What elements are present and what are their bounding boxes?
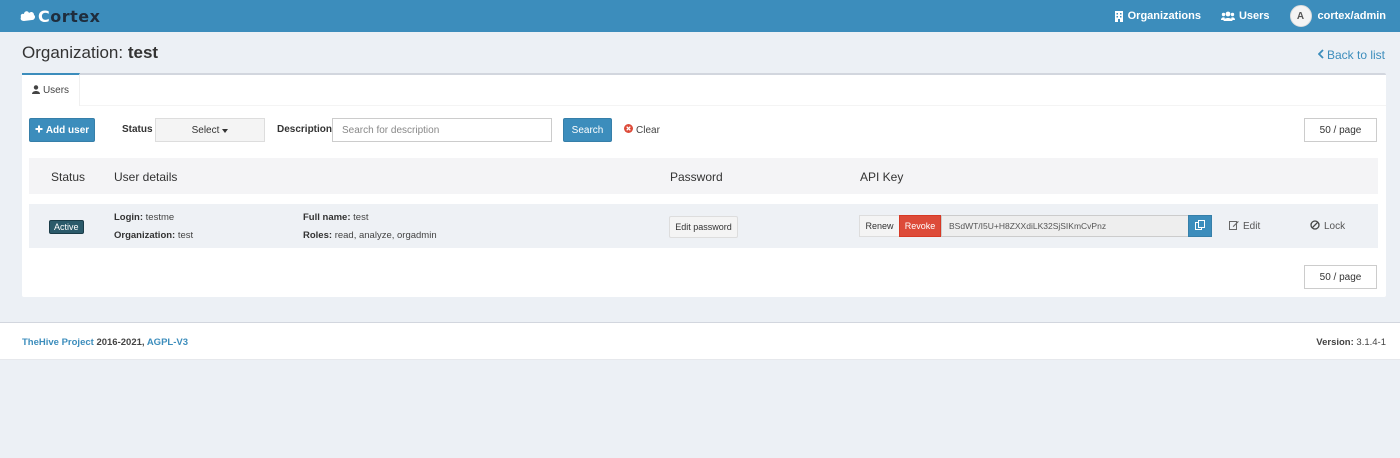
column-header-password: Password <box>670 170 723 184</box>
page-title: Organization: test <box>22 43 159 62</box>
edit-user-button[interactable]: Edit <box>1229 220 1260 233</box>
brain-icon <box>20 10 36 22</box>
top-navbar: Cortex Organizations Users A cortex/admi… <box>0 0 1400 32</box>
copy-key-button[interactable] <box>1188 215 1212 237</box>
thehive-project-link[interactable]: TheHive Project <box>22 337 94 348</box>
clear-label: Clear <box>636 124 660 136</box>
users-icon <box>1220 11 1235 21</box>
user-icon <box>31 84 40 97</box>
avatar: A <box>1289 5 1312 27</box>
column-header-status: Status <box>51 170 86 184</box>
clear-button[interactable]: Clear <box>624 124 660 136</box>
building-icon <box>1114 10 1124 22</box>
add-user-label: Add user <box>45 124 90 136</box>
footer-years: 2016-2021, <box>93 337 147 348</box>
login-field: Login: testme <box>114 212 175 223</box>
revoke-key-button[interactable]: Revoke <box>899 215 941 237</box>
edit-icon <box>1229 220 1239 233</box>
current-user-label: cortex/admin <box>1317 10 1386 22</box>
nav-users-label: Users <box>1238 10 1270 22</box>
copy-icon <box>1195 219 1205 233</box>
description-filter-label: Description <box>277 124 333 135</box>
page-size-select-top[interactable]: 50 / page <box>1304 118 1377 142</box>
status-filter-label: Status <box>122 124 153 135</box>
caret-down-icon <box>222 125 229 136</box>
search-button[interactable]: Search <box>563 118 612 142</box>
user-menu[interactable]: A cortex/admin <box>1280 0 1400 32</box>
roles-field: Roles: read, analyze, orgadmin <box>303 230 437 241</box>
brand-name: Cortex <box>38 6 101 26</box>
tab-users[interactable]: Users <box>22 73 80 106</box>
column-header-api-key: API Key <box>860 170 904 184</box>
times-circle-icon <box>624 124 633 136</box>
renew-key-button[interactable]: Renew <box>859 215 900 237</box>
full-name-field: Full name: test <box>303 212 369 223</box>
plus-icon <box>35 125 43 136</box>
footer-copyright: TheHive Project 2016-2021, AGPL-V3 <box>22 337 188 348</box>
back-to-list-link[interactable]: Back to list <box>1317 48 1385 62</box>
api-key-field[interactable]: BSdWT/I5U+H8ZXXdiLK32SjSIKmCvPnz <box>941 215 1189 237</box>
ban-icon <box>1310 220 1320 233</box>
nav-organizations[interactable]: Organizations <box>1104 0 1211 32</box>
column-header-user-details: User details <box>114 170 178 184</box>
tab-bar: Users <box>22 73 1386 106</box>
nav-organizations-label: Organizations <box>1127 10 1201 22</box>
table-row: Active Login: testme Organization: test … <box>29 204 1378 248</box>
page-size-select-bottom[interactable]: 50 / page <box>1304 265 1377 289</box>
add-user-button[interactable]: Add user <box>29 118 95 142</box>
lock-user-label: Lock <box>1324 221 1346 232</box>
status-select-value: Select <box>191 124 220 136</box>
lock-user-button[interactable]: Lock <box>1310 220 1345 233</box>
license-link[interactable]: AGPL-V3 <box>147 337 188 348</box>
cortex-logo[interactable]: Cortex <box>20 6 100 26</box>
edit-user-label: Edit <box>1243 221 1261 232</box>
description-search-input[interactable] <box>332 118 552 142</box>
organization-field: Organization: test <box>114 230 194 241</box>
status-select[interactable]: Select <box>155 118 265 142</box>
status-badge: Active <box>49 220 84 234</box>
footer-version: Version: 3.1.4-1 <box>1316 337 1386 348</box>
chevron-left-icon <box>1317 48 1324 62</box>
tab-users-label: Users <box>42 85 70 96</box>
page-footer: TheHive Project 2016-2021, AGPL-V3 Versi… <box>0 322 1400 360</box>
organization-panel: Users Add user Status Select Description… <box>22 73 1386 297</box>
edit-password-button[interactable]: Edit password <box>669 216 738 238</box>
back-to-list-label: Back to list <box>1326 48 1385 62</box>
nav-users[interactable]: Users <box>1211 0 1280 32</box>
users-table-header: Status User details Password API Key <box>29 158 1378 194</box>
